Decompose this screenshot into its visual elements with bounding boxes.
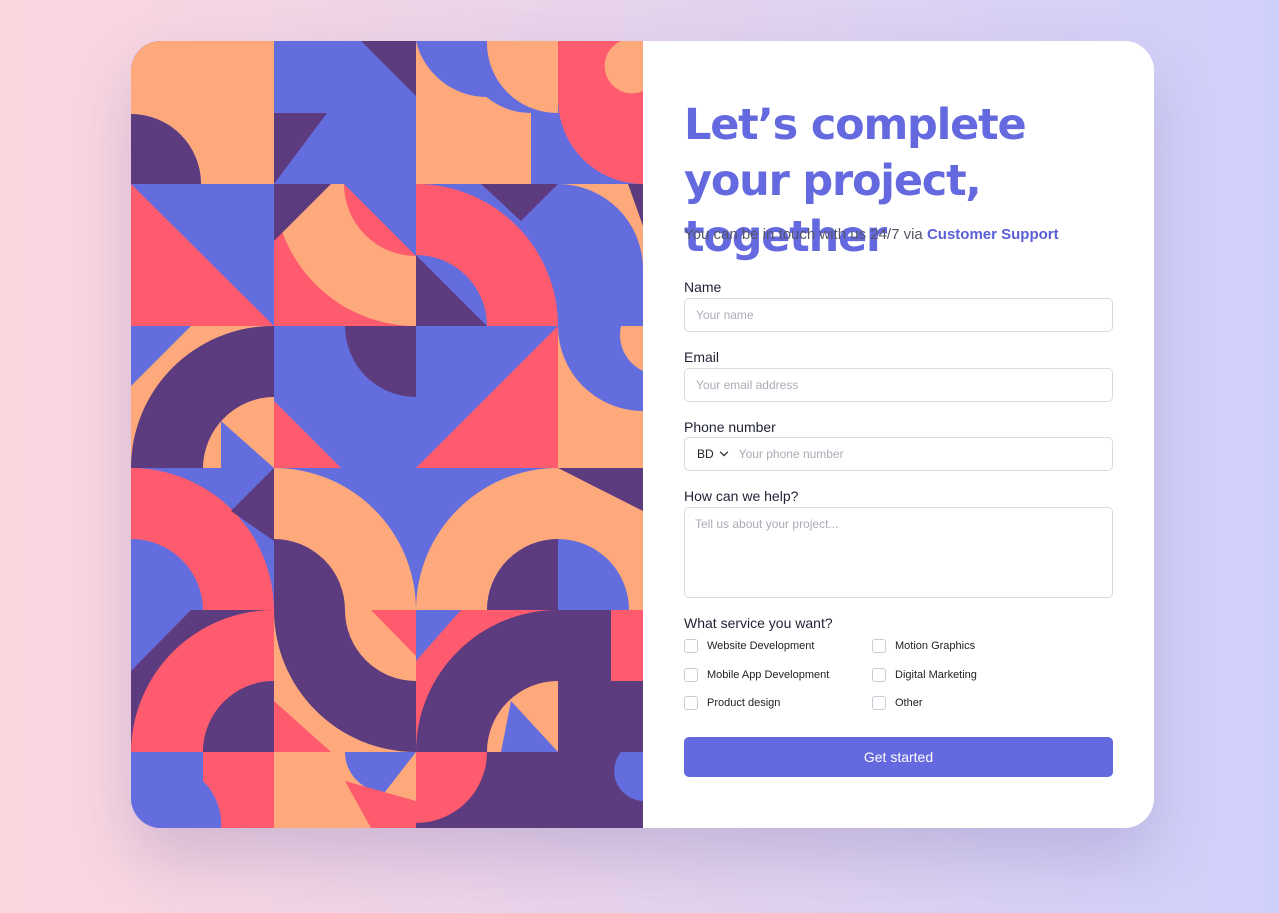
name-input[interactable] [684,298,1113,332]
customer-support-link[interactable]: Customer Support [927,226,1059,243]
geometric-pattern-svg [131,41,643,828]
phone-field: BD [684,437,1113,471]
checkbox[interactable] [684,639,698,653]
message-textarea[interactable] [684,507,1113,598]
message-label: How can we help? [684,488,799,504]
service-option-digital-marketing[interactable]: Digital Marketing [872,668,977,682]
service-option-label: Product design [707,697,781,709]
checkbox[interactable] [872,696,886,710]
email-input[interactable] [684,368,1113,402]
services-label: What service you want? [684,615,833,631]
service-option-product-design[interactable]: Product design [684,696,780,710]
phone-input[interactable] [736,438,1112,470]
country-code-value: BD [697,447,714,461]
service-option-mobile-app-development[interactable]: Mobile App Development [684,668,829,682]
service-option-label: Website Development [707,640,815,652]
name-label: Name [684,279,722,295]
email-label: Email [684,349,720,365]
subtitle-text: You can be in touch with us 24/7 via [684,226,927,243]
contact-card: Let’s complete your project, together Yo… [131,41,1154,828]
checkbox[interactable] [684,696,698,710]
checkbox[interactable] [872,639,886,653]
checkbox[interactable] [872,668,886,682]
contact-form-panel: Let’s complete your project, together Yo… [643,41,1154,828]
geometric-pattern-illustration [131,41,643,828]
service-option-label: Other [895,697,923,709]
service-option-motion-graphics[interactable]: Motion Graphics [872,639,975,653]
service-option-label: Digital Marketing [895,669,977,681]
chevron-down-icon [719,451,728,457]
service-option-other[interactable]: Other [872,696,923,710]
service-option-website-development[interactable]: Website Development [684,639,814,653]
service-option-label: Mobile App Development [707,669,830,681]
service-option-label: Motion Graphics [895,640,976,652]
checkbox[interactable] [684,668,698,682]
subtitle: You can be in touch with us 24/7 via Cus… [684,226,1059,243]
phone-label: Phone number [684,419,776,435]
country-code-select[interactable]: BD [685,438,737,470]
get-started-button[interactable]: Get started [684,737,1113,777]
